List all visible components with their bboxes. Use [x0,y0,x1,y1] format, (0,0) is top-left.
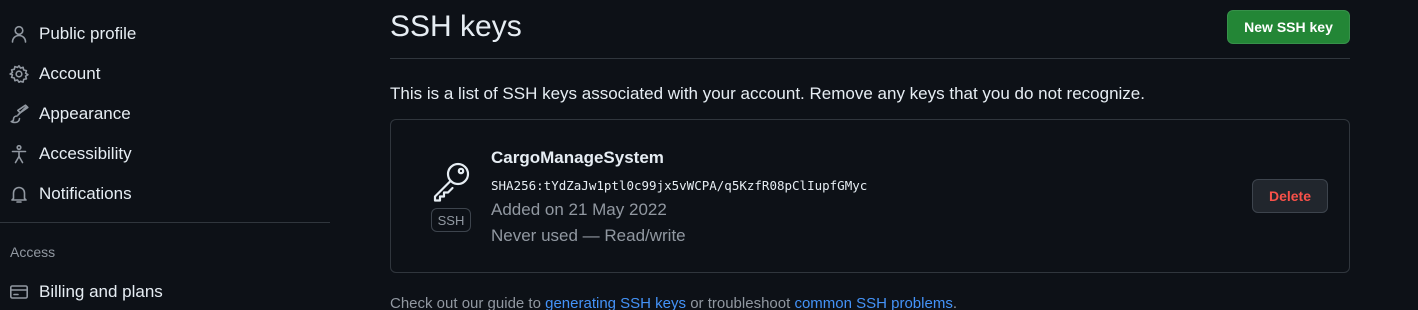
ssh-key-item: SSH CargoManageSystem SHA256:tYdZaJw1ptl… [390,119,1350,273]
sidebar-item-label: Accessibility [39,144,132,163]
key-icon [431,162,473,206]
settings-sidebar: Public profile Account Appearance Access… [0,0,330,310]
ssh-badge: SSH [431,208,471,232]
ssh-key-added-date: Added on 21 May 2022 [491,200,667,219]
ssh-keys-panel: SSH keys New SSH key This is a list of S… [390,0,1350,310]
credit-card-icon [9,282,29,302]
sidebar-item-label: Account [39,64,101,83]
paintbrush-icon [9,104,29,124]
sidebar-item-appearance[interactable]: Appearance [0,96,330,132]
common-ssh-problems-link[interactable]: common SSH problems [794,295,952,310]
sidebar-item-label: Billing and plans [39,282,163,301]
title-divider [390,58,1350,59]
ssh-help-text: Check out our guide to generating SSH ke… [390,295,957,310]
ssh-key-title: CargoManageSystem [491,148,664,167]
person-icon [9,24,29,44]
sidebar-item-account[interactable]: Account [0,56,330,92]
sidebar-item-label: Notifications [39,184,132,203]
bell-icon [9,184,29,204]
sidebar-section-heading-access: Access [10,244,56,260]
new-ssh-key-button[interactable]: New SSH key [1227,10,1350,44]
gear-icon [9,64,29,84]
ssh-key-usage: Never used — Read/write [491,226,686,245]
sidebar-item-billing[interactable]: Billing and plans [0,274,330,310]
help-text-middle: or troubleshoot [686,295,795,310]
delete-ssh-key-button[interactable]: Delete [1252,179,1328,213]
sidebar-item-accessibility[interactable]: Accessibility [0,136,330,172]
help-text-prefix: Check out our guide to [390,295,546,310]
ssh-key-fingerprint: SHA256:tYdZaJw1ptl0c99jx5vWCPA/q5KzfR08p… [491,178,868,193]
key-icon-group: SSH [431,160,473,232]
sidebar-item-public-profile[interactable]: Public profile [0,16,330,52]
page-title: SSH keys [390,10,522,43]
generating-ssh-keys-link[interactable]: generating SSH keys [545,295,686,310]
sidebar-item-notifications[interactable]: Notifications [0,176,330,212]
help-text-suffix: . [952,295,957,310]
ssh-keys-description: This is a list of SSH keys associated wi… [390,84,1145,103]
sidebar-divider [0,222,330,223]
sidebar-item-label: Appearance [39,104,131,123]
accessibility-icon [9,144,29,164]
sidebar-item-label: Public profile [39,24,137,43]
